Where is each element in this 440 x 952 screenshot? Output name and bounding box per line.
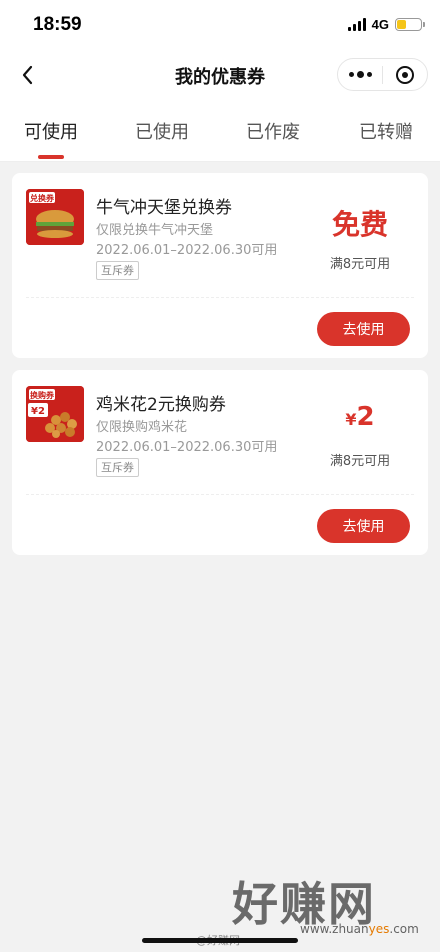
coupon-value: 免费 <box>331 208 388 241</box>
status-bar: 18:59 4G <box>0 0 440 52</box>
status-right: 4G <box>347 17 425 32</box>
card-divider <box>26 297 414 298</box>
coupon-tabs: 可使用 已使用 已作废 已转赠 <box>0 98 440 162</box>
coupon-scope: 仅限兑换牛气冲天堡 <box>96 223 214 238</box>
tab-voided[interactable]: 已作废 <box>228 118 318 144</box>
coupon-name: 牛气冲天堡兑换券 <box>96 198 232 218</box>
exclusive-tag: 互斥券 <box>96 261 139 280</box>
mini-program-capsule <box>337 58 428 91</box>
card-divider <box>26 494 414 495</box>
status-time: 18:59 <box>33 14 82 35</box>
coupon-badge: 兑换券 <box>30 193 55 203</box>
tab-transferred[interactable]: 已转赠 <box>341 118 431 144</box>
coupon-card: 兑换券 牛气冲天堡兑换券 仅限兑换牛气冲天堡 2022.06.01–2022.0… <box>12 173 428 358</box>
tab-available[interactable]: 可使用 <box>6 118 96 144</box>
coupon-card: 换购券 ¥2 鸡米花2元换购券 仅限换购鸡米花 2022.06.01–2022.… <box>12 370 428 555</box>
nav-bar: 我的优惠券 <box>0 52 440 98</box>
signal-icon <box>347 18 366 31</box>
coupon-name: 鸡米花2元换购券 <box>96 395 226 415</box>
coupon-threshold: 满8元可用 <box>329 257 391 272</box>
active-tab-indicator <box>38 155 64 159</box>
currency-symbol: ¥ <box>345 410 357 429</box>
coupon-threshold: 满8元可用 <box>329 454 391 469</box>
popcorn-chicken-coupon-image: 换购券 ¥2 <box>26 386 84 442</box>
use-coupon-button[interactable]: 去使用 <box>317 312 410 346</box>
coupon-date: 2022.06.01–2022.06.30可用 <box>96 440 278 455</box>
coupon-amount: 2 <box>356 402 375 432</box>
burger-coupon-image: 兑换券 <box>26 189 84 245</box>
tab-used[interactable]: 已使用 <box>117 118 207 144</box>
home-indicator <box>142 938 298 943</box>
battery-icon <box>395 18 425 31</box>
more-dots-icon[interactable] <box>338 58 382 91</box>
coupon-date: 2022.06.01–2022.06.30可用 <box>96 243 278 258</box>
use-coupon-button[interactable]: 去使用 <box>317 509 410 543</box>
exclusive-tag: 互斥券 <box>96 458 139 477</box>
coupon-scope: 仅限换购鸡米花 <box>96 420 188 435</box>
coupon-badge: 换购券 <box>30 390 55 400</box>
watermark-url: www.zhuanyes.com <box>300 922 419 936</box>
network-label: 4G <box>371 17 389 32</box>
coupon-value: ¥2 <box>310 402 410 432</box>
coupon-badge-price: ¥2 <box>31 406 45 417</box>
target-close-icon[interactable] <box>383 58 427 91</box>
